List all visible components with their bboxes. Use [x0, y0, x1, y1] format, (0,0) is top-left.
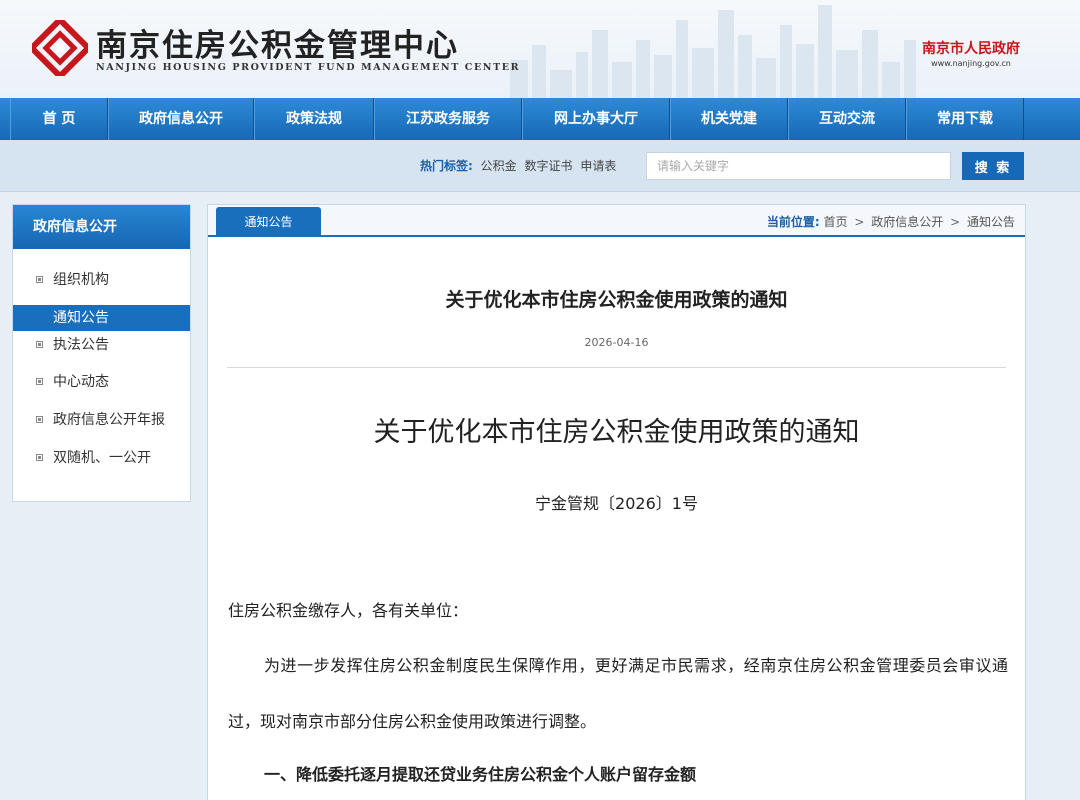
- sidebar-item-organization[interactable]: 组织机构: [13, 267, 190, 293]
- square-bullet-icon: [36, 416, 43, 423]
- breadcrumb-link-notices[interactable]: 通知公告: [967, 215, 1015, 229]
- sidebar-item-label: 中心动态: [53, 374, 109, 390]
- hot-tags: 热门标签: 公积金 数字证书 申请表: [420, 157, 616, 174]
- sidebar-item-random-inspection[interactable]: 双随机、一公开: [13, 445, 190, 471]
- hot-tag[interactable]: 数字证书: [524, 159, 572, 173]
- square-bullet-icon: [36, 341, 43, 348]
- breadcrumb-label: 当前位置:: [766, 215, 820, 229]
- search-input[interactable]: [646, 152, 951, 180]
- sidebar-title: 政府信息公开: [13, 205, 190, 249]
- sidebar-item-enforcement[interactable]: 执法公告: [13, 332, 190, 358]
- hot-tag[interactable]: 申请表: [580, 159, 616, 173]
- nav-item-party[interactable]: 机关党建: [670, 98, 788, 140]
- divider: [227, 367, 1006, 368]
- sidebar-item-label: 政府信息公开年报: [53, 412, 165, 428]
- article-paragraph: 为进一步发挥住房公积金制度民生保障作用，更好满足市民需求，经南京住房公积金管理委…: [228, 656, 1008, 731]
- nav-item-home[interactable]: 首 页: [10, 98, 108, 140]
- nav-item-downloads[interactable]: 常用下载: [906, 98, 1024, 140]
- hot-tag[interactable]: 公积金: [481, 159, 517, 173]
- content-header: 通知公告 当前位置: 首页 > 政府信息公开 > 通知公告: [208, 205, 1025, 237]
- document-title: 关于优化本市住房公积金使用政策的通知: [373, 417, 860, 448]
- search-bar: 热门标签: 公积金 数字证书 申请表 搜 索: [0, 140, 1080, 192]
- sidebar-item-label: 通知公告: [53, 310, 109, 326]
- gov-portal-name: 南京市人民政府: [922, 41, 1020, 57]
- article-salutation: 住房公积金缴存人，各有关单位：: [228, 601, 469, 620]
- sidebar: 政府信息公开 组织机构 通知公告 执法公告 中心动态 政府信息公开年报 双随机、…: [12, 204, 191, 502]
- nav-item-online-hall[interactable]: 网上办事大厅: [522, 98, 670, 140]
- square-bullet-icon: [36, 378, 43, 385]
- gov-portal-url: www.nanjing.gov.cn: [931, 59, 1011, 68]
- diamond-logo-icon: [32, 20, 88, 76]
- site-header: 南京住房公积金管理中心 NANJING HOUSING PROVIDENT FU…: [0, 0, 1080, 98]
- sidebar-item-label: 执法公告: [53, 337, 109, 353]
- document-number: 宁金管规〔2026〕1号: [535, 494, 698, 513]
- sidebar-item-label: 组织机构: [53, 272, 109, 288]
- breadcrumb-separator: >: [854, 215, 865, 229]
- breadcrumb: 当前位置: 首页 > 政府信息公开 > 通知公告: [767, 213, 1015, 230]
- sidebar-item-annual-report[interactable]: 政府信息公开年报: [13, 407, 190, 433]
- search-button[interactable]: 搜 索: [962, 152, 1024, 180]
- main-nav: 首 页 政府信息公开 政策法规 江苏政务服务 网上办事大厅 机关党建 互动交流 …: [0, 98, 1080, 140]
- nav-item-interaction[interactable]: 互动交流: [788, 98, 906, 140]
- hot-tags-label: 热门标签:: [420, 159, 473, 173]
- square-bullet-icon: [36, 276, 43, 283]
- nav-item-gov-info[interactable]: 政府信息公开: [108, 98, 254, 140]
- square-bullet-icon: [36, 454, 43, 461]
- article-section-heading: 一、降低委托逐月提取还贷业务住房公积金个人账户留存金额: [264, 765, 697, 784]
- nav-item-policy[interactable]: 政策法规: [254, 98, 374, 140]
- tab-notices[interactable]: 通知公告: [216, 207, 321, 237]
- nav-item-jiangsu-services[interactable]: 江苏政务服务: [374, 98, 522, 140]
- breadcrumb-separator: >: [950, 215, 961, 229]
- main-content: 通知公告 当前位置: 首页 > 政府信息公开 > 通知公告 关于优化本市住房公积…: [207, 204, 1026, 800]
- breadcrumb-link-gov-info[interactable]: 政府信息公开: [871, 215, 943, 229]
- site-subtitle: NANJING HOUSING PROVIDENT FUND MANAGEMEN…: [96, 62, 521, 73]
- sidebar-item-news[interactable]: 中心动态: [13, 369, 190, 395]
- breadcrumb-link-home[interactable]: 首页: [824, 215, 848, 229]
- site-title: 南京住房公积金管理中心: [96, 28, 459, 64]
- sidebar-item-label: 双随机、一公开: [53, 450, 151, 466]
- article-title: 关于优化本市住房公积金使用政策的通知: [445, 289, 788, 311]
- gov-portal-link[interactable]: 南京市人民政府 www.nanjing.gov.cn: [922, 38, 1020, 68]
- sidebar-item-notices[interactable]: 通知公告: [13, 305, 190, 331]
- article-date: 2026-04-16: [584, 336, 649, 349]
